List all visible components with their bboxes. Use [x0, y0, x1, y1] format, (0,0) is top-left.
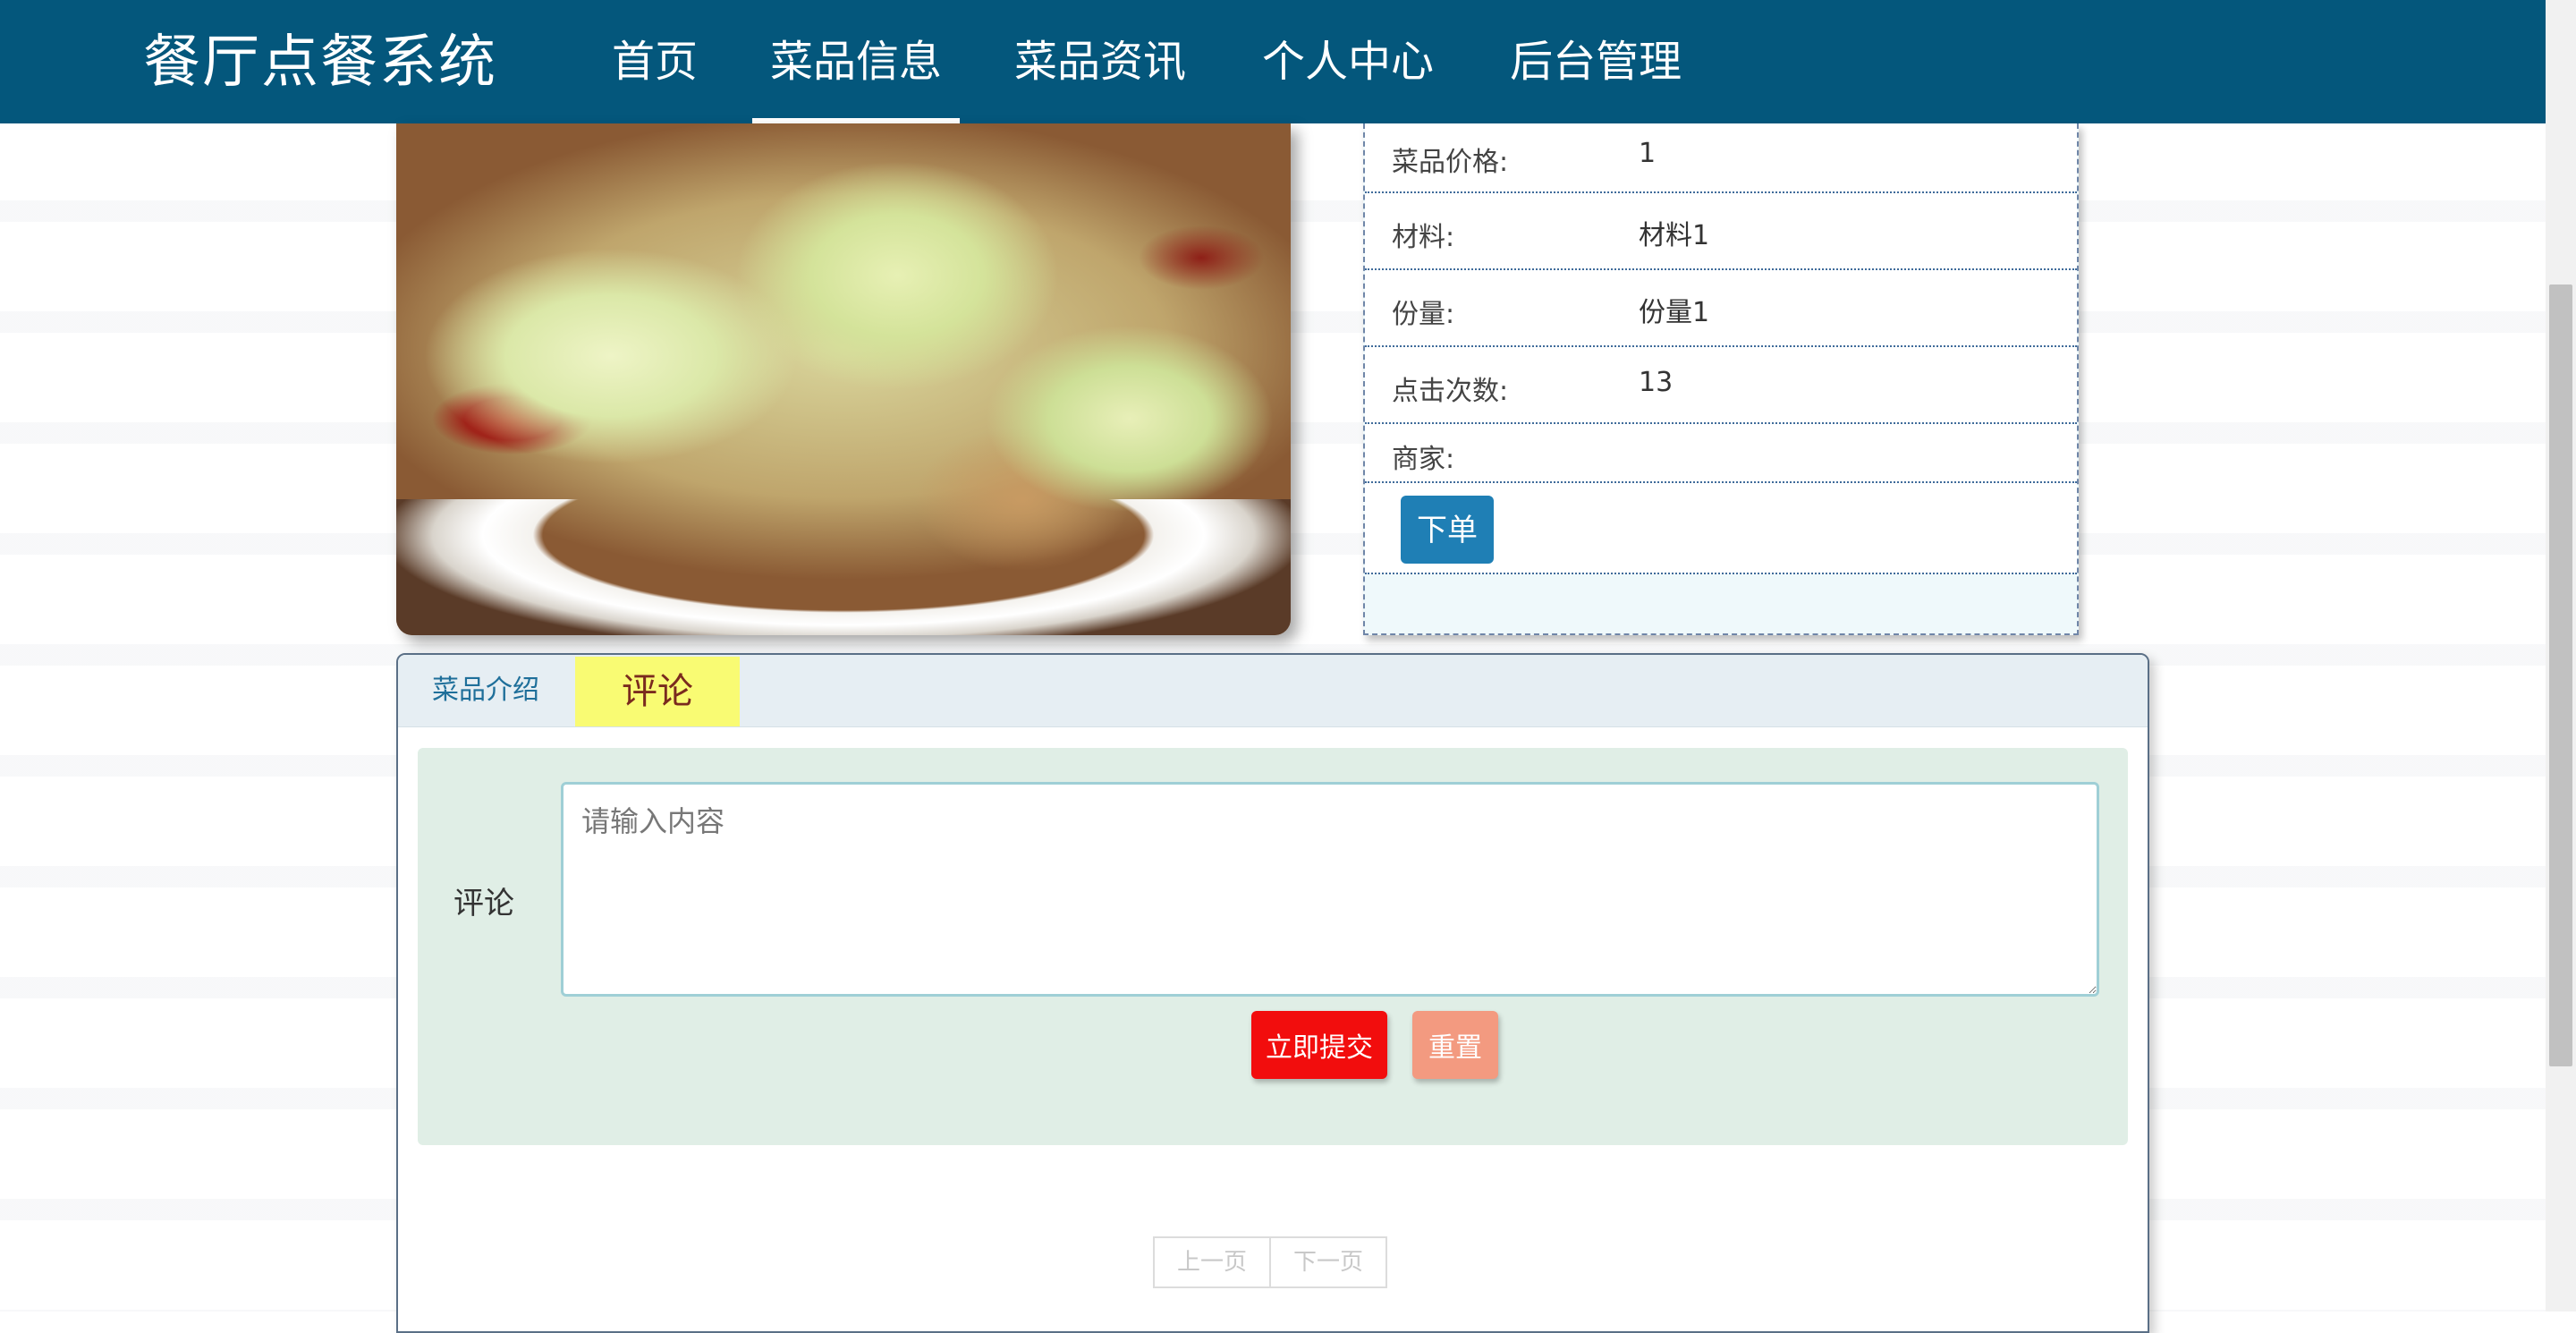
detail-row-actions: 下单 [1365, 483, 2077, 574]
nav-item-home[interactable]: 首页 [590, 0, 719, 123]
comment-label: 评论 [453, 886, 514, 921]
top-navbar: 餐厅点餐系统 首页 菜品信息 菜品资讯 个人中心 后台管理 [0, 0, 2546, 123]
prev-page-button[interactable]: 上一页 [1153, 1236, 1271, 1288]
detail-value: 材料1 [1639, 220, 1710, 251]
detail-row-material: 材料: 材料1 [1365, 193, 2077, 270]
tab-bar: 菜品介绍 评论 [398, 655, 2148, 727]
tab-dish-intro[interactable]: 菜品介绍 [432, 655, 539, 726]
page-scrollbar-thumb[interactable] [2549, 284, 2572, 1066]
nav-item-profile[interactable]: 个人中心 [1241, 0, 1455, 123]
comment-form: 评论 立即提交 重置 [418, 748, 2128, 1145]
order-button[interactable]: 下单 [1401, 496, 1494, 564]
nav-item-dish-news[interactable]: 菜品资讯 [993, 0, 1208, 123]
detail-row-portion: 份量: 份量1 [1365, 270, 2077, 347]
detail-label: 菜品价格: [1392, 147, 1509, 178]
detail-row-merchant: 商家: [1365, 424, 2077, 483]
detail-value: 13 [1639, 367, 1674, 398]
dish-photo [396, 123, 1291, 635]
tab-panel: 菜品介绍 评论 评论 立即提交 重置 上一页 下一页 [396, 653, 2149, 1333]
tab-comment[interactable]: 评论 [575, 657, 740, 726]
detail-row-price: 菜品价格: 1 [1365, 123, 2077, 193]
reset-button[interactable]: 重置 [1412, 1011, 1498, 1079]
detail-value: 份量1 [1639, 297, 1710, 328]
comment-input[interactable] [561, 782, 2099, 997]
detail-value: 1 [1639, 138, 1657, 169]
submit-button[interactable]: 立即提交 [1251, 1011, 1387, 1079]
detail-label: 点击次数: [1392, 376, 1509, 407]
site-brand[interactable]: 餐厅点餐系统 [143, 27, 497, 98]
detail-row-clicks: 点击次数: 13 [1365, 347, 2077, 424]
pagination: 上一页 下一页 [1153, 1236, 1387, 1288]
detail-label: 份量: [1392, 299, 1455, 330]
detail-label: 材料: [1392, 222, 1455, 253]
detail-label: 商家: [1392, 444, 1455, 475]
main-nav: 首页 菜品信息 菜品资讯 个人中心 后台管理 [590, 0, 1736, 123]
next-page-button[interactable]: 下一页 [1269, 1236, 1387, 1288]
nav-item-admin[interactable]: 后台管理 [1488, 0, 1703, 123]
dish-details-card: 菜品价格: 1 材料: 材料1 份量: 份量1 点击次数: 13 商家: 下单 [1363, 123, 2079, 635]
nav-item-dish-info[interactable]: 菜品信息 [752, 0, 961, 123]
plate-rim [396, 499, 1291, 635]
